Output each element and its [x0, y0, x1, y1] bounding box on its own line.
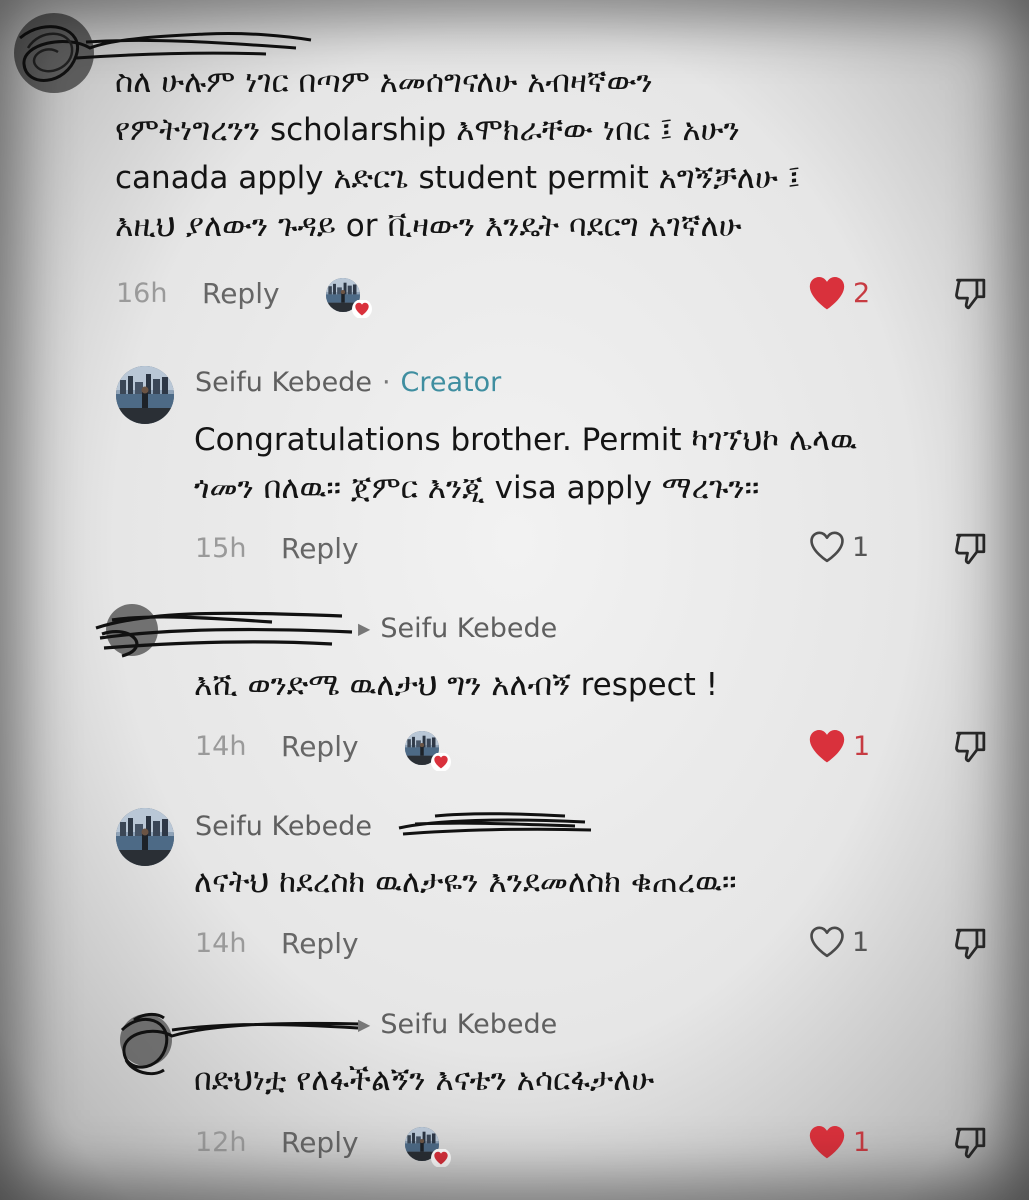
- comment-text: በድህነቷ የለፋችልኝን እናቴን አሳርፋታለሁ: [194, 1056, 654, 1104]
- author-row: Seifu Kebede · Creator: [195, 367, 501, 398]
- reply-arrow-icon: ▶: [358, 619, 371, 638]
- reply-target-row: ▶ Seifu Kebede: [358, 1009, 557, 1040]
- dislike-icon[interactable]: [952, 729, 988, 765]
- comment-line: ለናትህ ከደረስክ ዉለታዬን እንደመለስክ ቁጠረዉ፡፡: [194, 864, 737, 900]
- dislike-icon[interactable]: [952, 276, 988, 312]
- like-count: 2: [853, 277, 871, 309]
- heart-filled-icon: [809, 276, 845, 310]
- avatar[interactable]: [116, 366, 174, 424]
- reply-target-name[interactable]: Seifu Kebede: [380, 613, 557, 644]
- reply-target-row: ▶ Seifu Kebede: [358, 613, 557, 644]
- comment-line: በድህነቷ የለፋችልኝን እናቴን አሳርፋታለሁ: [194, 1062, 655, 1098]
- comment-line: የምትነግረንን scholarship እሞክራቸው ነበር ፤ አሁን: [115, 112, 740, 148]
- like-count: 1: [853, 1126, 871, 1158]
- like-button[interactable]: 1: [807, 728, 870, 764]
- reply-arrow-icon: ▶: [358, 1015, 371, 1034]
- like-button[interactable]: 1: [807, 1124, 870, 1160]
- reply-button[interactable]: Reply: [202, 277, 280, 310]
- comment-line: ስለ ሁሉም ነገር በጣም አመሰግናለሁ አብዛኛውን: [115, 64, 653, 100]
- reply-button[interactable]: Reply: [281, 730, 359, 763]
- timestamp: 14h: [195, 731, 247, 762]
- creator-liked-avatar: [405, 731, 451, 771]
- comment-text: ስለ ሁሉም ነገር በጣም አመሰግናለሁ አብዛኛውን የምትነግረንን s…: [115, 58, 800, 250]
- like-count: 1: [852, 531, 870, 563]
- comment-line: canada apply አድርጌ student permit አግኝቻለሁ …: [115, 160, 801, 196]
- comment-line: Congratulations brother. Permit ካገኘህኮ ሌላ…: [194, 422, 858, 458]
- redacted-mention-scribble: [395, 804, 595, 848]
- author-name[interactable]: Seifu Kebede: [195, 811, 372, 842]
- like-button[interactable]: 1: [808, 530, 869, 564]
- avatar-photo: [116, 366, 174, 424]
- comment-line: ጎመን በለዉ፡፡ ጀምር እንጂ visa apply ማረጉን፡፡: [194, 470, 760, 506]
- heart-icon: [431, 753, 451, 771]
- creator-liked-avatar: [405, 1127, 451, 1167]
- heart-icon: [352, 300, 372, 318]
- reply-target-name[interactable]: Seifu Kebede: [380, 1009, 557, 1040]
- heart-icon: [431, 1149, 451, 1167]
- avatar[interactable]: [116, 808, 174, 866]
- dislike-icon[interactable]: [952, 1125, 988, 1161]
- heart-filled-icon: [809, 729, 845, 763]
- reply-button[interactable]: Reply: [281, 927, 359, 960]
- comment-text: Congratulations brother. Permit ካገኘህኮ ሌላ…: [194, 416, 857, 512]
- like-button[interactable]: 2: [807, 275, 870, 311]
- like-button[interactable]: 1: [808, 925, 869, 959]
- separator-dot: ·: [381, 367, 391, 398]
- heart-filled-icon: [809, 1125, 845, 1159]
- reply-button[interactable]: Reply: [281, 1126, 359, 1159]
- heart-outline-icon: [810, 531, 844, 563]
- author-name[interactable]: Seifu Kebede: [195, 367, 372, 398]
- comment-line: እሺ ወንድሜ ዉለታህ ግን አለብኝ respect !: [194, 667, 719, 703]
- author-row: Seifu Kebede: [195, 811, 372, 842]
- timestamp: 12h: [195, 1127, 247, 1158]
- comment-text: እሺ ወንድሜ ዉለታህ ግን አለብኝ respect !: [194, 661, 718, 709]
- timestamp: 16h: [116, 278, 168, 309]
- heart-outline-icon: [810, 926, 844, 958]
- avatar-photo: [116, 808, 174, 866]
- reply-button[interactable]: Reply: [281, 532, 359, 565]
- comment-line: እዚህ ያለውን ጉዳይ or ቪዛውን እንዴት ባደርግ አገኛለሁ: [115, 208, 742, 244]
- creator-liked-avatar: [326, 278, 372, 318]
- comment-text: ለናትህ ከደረስክ ዉለታዬን እንደመለስክ ቁጠረዉ፡፡: [194, 858, 737, 906]
- like-count: 1: [853, 730, 871, 762]
- timestamp: 15h: [195, 533, 247, 564]
- dislike-icon[interactable]: [952, 531, 988, 567]
- dislike-icon[interactable]: [952, 926, 988, 962]
- timestamp: 14h: [195, 928, 247, 959]
- creator-badge: Creator: [400, 367, 502, 398]
- like-count: 1: [852, 926, 870, 958]
